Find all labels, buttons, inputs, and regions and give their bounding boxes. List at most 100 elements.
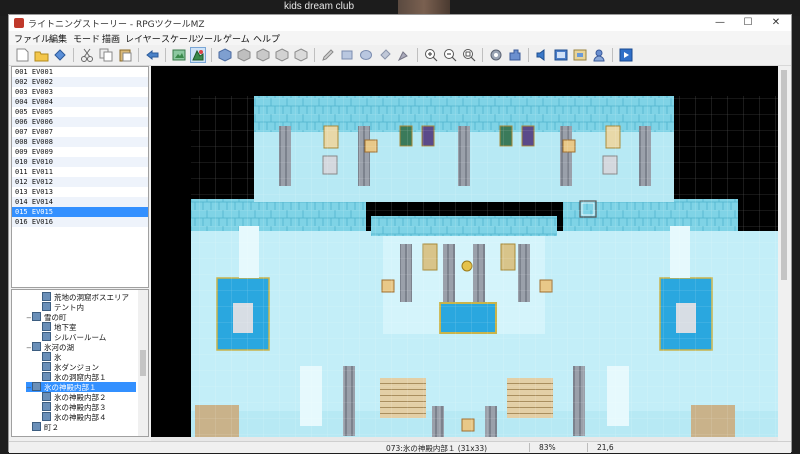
event-list-item[interactable]: 002 EV002 xyxy=(12,77,148,87)
layer-1-icon[interactable] xyxy=(217,47,233,63)
layer-4-icon[interactable] xyxy=(274,47,290,63)
map-tree-item[interactable]: − 氷河の湖 xyxy=(26,342,136,352)
event-name: EV003 xyxy=(31,88,53,96)
map-tree-item[interactable]: 町２ xyxy=(26,422,136,432)
map-tree-item[interactable]: 荒地の洞窟ボスエリア xyxy=(36,292,136,302)
playtest-icon[interactable] xyxy=(618,47,634,63)
zoom-actual-icon[interactable] xyxy=(461,47,477,63)
menu-file[interactable]: ファイル xyxy=(14,32,50,45)
menu-scale[interactable]: スケール xyxy=(161,32,197,45)
map-tree-item[interactable]: テント内 xyxy=(36,302,136,312)
event-list-item[interactable]: 012 EV012 xyxy=(12,177,148,187)
event-list-item[interactable]: 010 EV010 xyxy=(12,157,148,167)
new-project-icon[interactable] xyxy=(14,47,30,63)
app-icon xyxy=(14,18,24,28)
menu-game[interactable]: ゲーム xyxy=(223,32,250,45)
menu-tools[interactable]: ツール xyxy=(195,32,222,45)
window-title: ライトニングストーリー - RPGツクールMZ xyxy=(28,20,205,30)
event-list-item[interactable]: 005 EV005 xyxy=(12,107,148,117)
map-tree[interactable]: 荒地の洞窟ボスエリア テント内 − 雪の町 地下室 シルバールーム − 氷河の湖氷氷ダンジョン… xyxy=(11,289,149,437)
event-list-item[interactable]: 015 EV015 xyxy=(12,207,148,217)
event-id: 008 xyxy=(15,138,28,146)
sound-test-icon[interactable] xyxy=(534,47,550,63)
resource-manager-icon[interactable] xyxy=(572,47,588,63)
event-list-item[interactable]: 014 EV014 xyxy=(12,197,148,207)
menu-draw[interactable]: 描画 xyxy=(102,32,120,45)
map-tree-item[interactable]: シルバールーム xyxy=(36,332,136,342)
maximize-button[interactable]: ☐ xyxy=(734,15,762,31)
event-list-item[interactable]: 011 EV011 xyxy=(12,167,148,177)
event-list-item[interactable]: 003 EV003 xyxy=(12,87,148,97)
map-tree-label: テント内 xyxy=(54,303,84,312)
pencil-icon[interactable] xyxy=(320,47,336,63)
map-tree-item[interactable]: 氷の洞窟内部１ xyxy=(36,372,136,382)
map-tree-item[interactable]: 地下室 xyxy=(36,322,136,332)
event-list-item[interactable]: 013 EV013 xyxy=(12,187,148,197)
event-name: EV005 xyxy=(31,108,53,116)
event-list-item[interactable]: 001 EV001 xyxy=(12,67,148,77)
menu-layer[interactable]: レイヤー xyxy=(125,32,161,45)
map-tree-item[interactable]: − 氷の神殿内部１ xyxy=(26,382,136,392)
minimize-button[interactable]: — xyxy=(706,15,734,31)
layer-2-icon[interactable] xyxy=(236,47,252,63)
shadow-pen-icon[interactable] xyxy=(396,47,412,63)
map-icon xyxy=(42,362,51,371)
layer-3-icon[interactable] xyxy=(255,47,271,63)
map-tree-scrollbar[interactable] xyxy=(138,290,148,436)
event-list-item[interactable]: 007 EV007 xyxy=(12,127,148,137)
event-name: EV001 xyxy=(31,68,53,76)
zoom-in-icon[interactable] xyxy=(423,47,439,63)
menu-edit[interactable]: 編集 xyxy=(49,32,67,45)
map-icon xyxy=(32,342,41,351)
event-name: EV007 xyxy=(31,128,53,136)
event-list-item[interactable]: 009 EV009 xyxy=(12,147,148,157)
map-tree-scroll-thumb[interactable] xyxy=(140,350,146,376)
copy-icon[interactable] xyxy=(98,47,114,63)
open-project-icon[interactable] xyxy=(33,47,49,63)
flood-fill-icon[interactable] xyxy=(377,47,393,63)
event-id: 002 xyxy=(15,78,28,86)
event-searcher-icon[interactable] xyxy=(553,47,569,63)
close-button[interactable]: ✕ xyxy=(762,15,790,31)
map-icon xyxy=(42,352,51,361)
event-name: EV014 xyxy=(31,198,53,206)
event-name: EV009 xyxy=(31,148,53,156)
plugin-manager-icon[interactable] xyxy=(507,47,523,63)
map-canvas[interactable] xyxy=(151,66,778,437)
map-icon xyxy=(42,292,51,301)
map-tree-item[interactable]: 氷の神殿内部４ xyxy=(36,412,136,422)
event-list[interactable]: 001 EV001 002 EV002 003 EV003 004 EV004 005 … xyxy=(11,66,149,288)
map-tree-item[interactable]: − 雪の町 xyxy=(26,312,136,322)
event-id: 015 xyxy=(15,208,28,216)
save-project-icon[interactable] xyxy=(52,47,68,63)
cut-icon[interactable] xyxy=(79,47,95,63)
character-generator-icon[interactable] xyxy=(591,47,607,63)
zoom-out-icon[interactable] xyxy=(442,47,458,63)
map-tiles[interactable] xyxy=(151,66,778,437)
event-list-item[interactable]: 016 EV016 xyxy=(12,217,148,227)
event-name: EV016 xyxy=(31,218,53,226)
map-tree-item[interactable]: 氷ダンジョン xyxy=(36,362,136,372)
map-mode-icon[interactable] xyxy=(171,47,187,63)
map-tree-label: 氷ダンジョン xyxy=(54,363,99,372)
map-vertical-scroll-thumb[interactable] xyxy=(781,70,787,280)
map-tree-item[interactable]: 氷の神殿内部２ xyxy=(36,392,136,402)
menu-mode[interactable]: モード xyxy=(73,32,100,45)
event-list-item[interactable]: 004 EV004 xyxy=(12,97,148,107)
map-tree-item[interactable]: 氷 xyxy=(36,352,136,362)
menu-help[interactable]: ヘルプ xyxy=(253,32,280,45)
rectangle-icon[interactable] xyxy=(339,47,355,63)
region-layer-icon[interactable] xyxy=(293,47,309,63)
paste-icon[interactable] xyxy=(117,47,133,63)
event-list-item[interactable]: 006 EV006 xyxy=(12,117,148,127)
undo-icon[interactable] xyxy=(144,47,160,63)
map-tree-item[interactable]: 氷の神殿内部３ xyxy=(36,402,136,412)
map-vertical-scrollbar[interactable] xyxy=(779,66,789,437)
map-icon xyxy=(42,372,51,381)
database-icon[interactable] xyxy=(488,47,504,63)
ellipse-icon[interactable] xyxy=(358,47,374,63)
map-icon xyxy=(32,382,41,391)
status-zoom: 83% xyxy=(539,443,556,452)
event-mode-icon[interactable] xyxy=(190,47,206,63)
event-list-item[interactable]: 008 EV008 xyxy=(12,137,148,147)
